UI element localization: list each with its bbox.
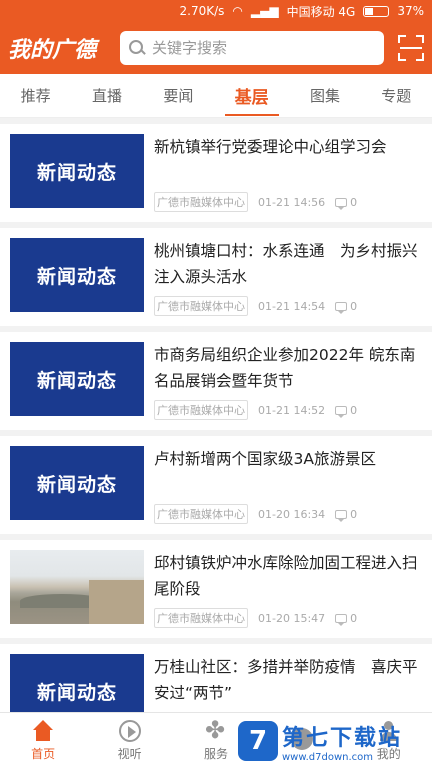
news-title: 新杭镇举行党委理论中心组学习会 bbox=[154, 138, 387, 156]
comment-icon bbox=[335, 301, 348, 314]
news-time: 01-20 16:34 bbox=[258, 507, 326, 521]
status-bar: 2.70K/s ◠ ▂▄▆ 中国移动 4G 37% bbox=[0, 0, 432, 22]
app-header: 我的广德 bbox=[0, 22, 432, 74]
news-meta: 广德市融媒体中心 01-20 15:47 0 bbox=[154, 608, 422, 628]
news-thumbnail: 新闻动态 bbox=[10, 134, 144, 208]
battery-level: 37% bbox=[397, 4, 424, 18]
scan-icon[interactable] bbox=[398, 35, 424, 61]
search-icon bbox=[128, 39, 146, 57]
nav-video[interactable]: 视听 bbox=[95, 719, 165, 762]
battery-icon bbox=[363, 5, 390, 17]
category-tabs: 推荐 直播 要闻 基层 图集 专题 bbox=[0, 74, 432, 118]
news-thumbnail: 新闻动态 bbox=[10, 446, 144, 520]
play-icon bbox=[118, 719, 141, 742]
news-thumbnail: 新闻动态 bbox=[10, 238, 144, 312]
home-icon bbox=[31, 719, 55, 742]
news-source: 广德市融媒体中心 bbox=[154, 296, 248, 316]
news-item[interactable]: 新闻动态 卢村新增两个国家级3A旅游景区 广德市融媒体中心 01-20 16:3… bbox=[0, 436, 432, 534]
news-source: 广德市融媒体中心 bbox=[154, 608, 248, 628]
news-item[interactable]: 新闻动态 新杭镇举行党委理论中心组学习会 广德市融媒体中心 01-21 14:5… bbox=[0, 124, 432, 222]
nav-home-label: 首页 bbox=[31, 746, 56, 761]
search-input[interactable] bbox=[152, 39, 372, 57]
news-list: 新闻动态 新杭镇举行党委理论中心组学习会 广德市融媒体中心 01-21 14:5… bbox=[0, 124, 432, 748]
tab-recommend[interactable]: 推荐 bbox=[17, 75, 55, 116]
news-title: 市商务局组织企业参加2022年 皖东南名品展销会暨年货节 bbox=[154, 346, 416, 390]
news-title: 邱村镇铁炉冲水库除险加固工程进入扫尾阶段 bbox=[154, 554, 418, 598]
tab-gallery[interactable]: 图集 bbox=[306, 75, 344, 116]
news-photo bbox=[10, 550, 144, 624]
news-title: 万桂山社区：多措并举防疫情 喜庆平安过“两节” bbox=[154, 658, 418, 702]
news-time: 01-21 14:56 bbox=[258, 195, 326, 209]
network-speed: 2.70K/s bbox=[179, 4, 225, 18]
watermark: 7 第七下载站 www.d7down.com bbox=[238, 716, 428, 766]
news-item[interactable]: 新闻动态 桃州镇塘口村：水系连通 为乡村振兴注入源头活水 广德市融媒体中心 01… bbox=[0, 228, 432, 326]
news-source: 广德市融媒体中心 bbox=[154, 400, 248, 420]
news-meta: 广德市融媒体中心 01-21 14:54 0 bbox=[154, 296, 422, 316]
nav-service-label: 服务 bbox=[203, 746, 228, 761]
news-item[interactable]: 新闻动态 市商务局组织企业参加2022年 皖东南名品展销会暨年货节 广德市融媒体… bbox=[0, 332, 432, 430]
comment-count: 0 bbox=[335, 196, 357, 210]
wifi-icon: ◠ bbox=[232, 4, 243, 18]
news-source: 广德市融媒体中心 bbox=[154, 504, 248, 524]
watermark-url: www.d7down.com bbox=[282, 751, 374, 763]
news-meta: 广德市融媒体中心 01-21 14:52 0 bbox=[154, 400, 422, 420]
news-time: 01-20 15:47 bbox=[258, 611, 326, 625]
search-box[interactable] bbox=[120, 31, 384, 65]
nav-home[interactable]: 首页 bbox=[8, 719, 78, 762]
comment-icon bbox=[335, 613, 348, 626]
news-item[interactable]: 邱村镇铁炉冲水库除险加固工程进入扫尾阶段 广德市融媒体中心 01-20 15:4… bbox=[0, 540, 432, 638]
clover-icon bbox=[204, 716, 228, 744]
news-thumbnail: 新闻动态 bbox=[10, 342, 144, 416]
news-meta: 广德市融媒体中心 01-20 16:34 0 bbox=[154, 504, 422, 524]
news-title: 卢村新增两个国家级3A旅游景区 bbox=[154, 450, 376, 468]
tab-topics[interactable]: 专题 bbox=[377, 75, 415, 116]
comment-count: 0 bbox=[335, 508, 357, 522]
tab-live[interactable]: 直播 bbox=[88, 75, 126, 116]
news-time: 01-21 14:54 bbox=[258, 299, 326, 313]
tab-grassroots[interactable]: 基层 bbox=[224, 73, 279, 118]
news-title: 桃州镇塘口村：水系连通 为乡村振兴注入源头活水 bbox=[154, 242, 418, 286]
news-meta: 广德市融媒体中心 01-21 14:56 0 bbox=[154, 192, 422, 212]
carrier-label: 中国移动 4G bbox=[286, 4, 356, 19]
comment-icon bbox=[335, 509, 348, 522]
watermark-text: 第七下载站 bbox=[282, 725, 403, 751]
signal-icon: ▂▄▆ bbox=[250, 4, 279, 18]
comment-count: 0 bbox=[335, 612, 357, 626]
comment-count: 0 bbox=[335, 404, 357, 418]
app-title: 我的广德 bbox=[8, 38, 97, 63]
comment-icon bbox=[335, 405, 348, 418]
comment-count: 0 bbox=[335, 300, 357, 314]
nav-video-label: 视听 bbox=[117, 746, 142, 761]
news-time: 01-21 14:52 bbox=[258, 403, 326, 417]
comment-icon bbox=[335, 197, 348, 210]
news-source: 广德市融媒体中心 bbox=[154, 192, 248, 212]
watermark-logo: 7 bbox=[238, 721, 278, 761]
tab-headlines[interactable]: 要闻 bbox=[159, 75, 197, 116]
